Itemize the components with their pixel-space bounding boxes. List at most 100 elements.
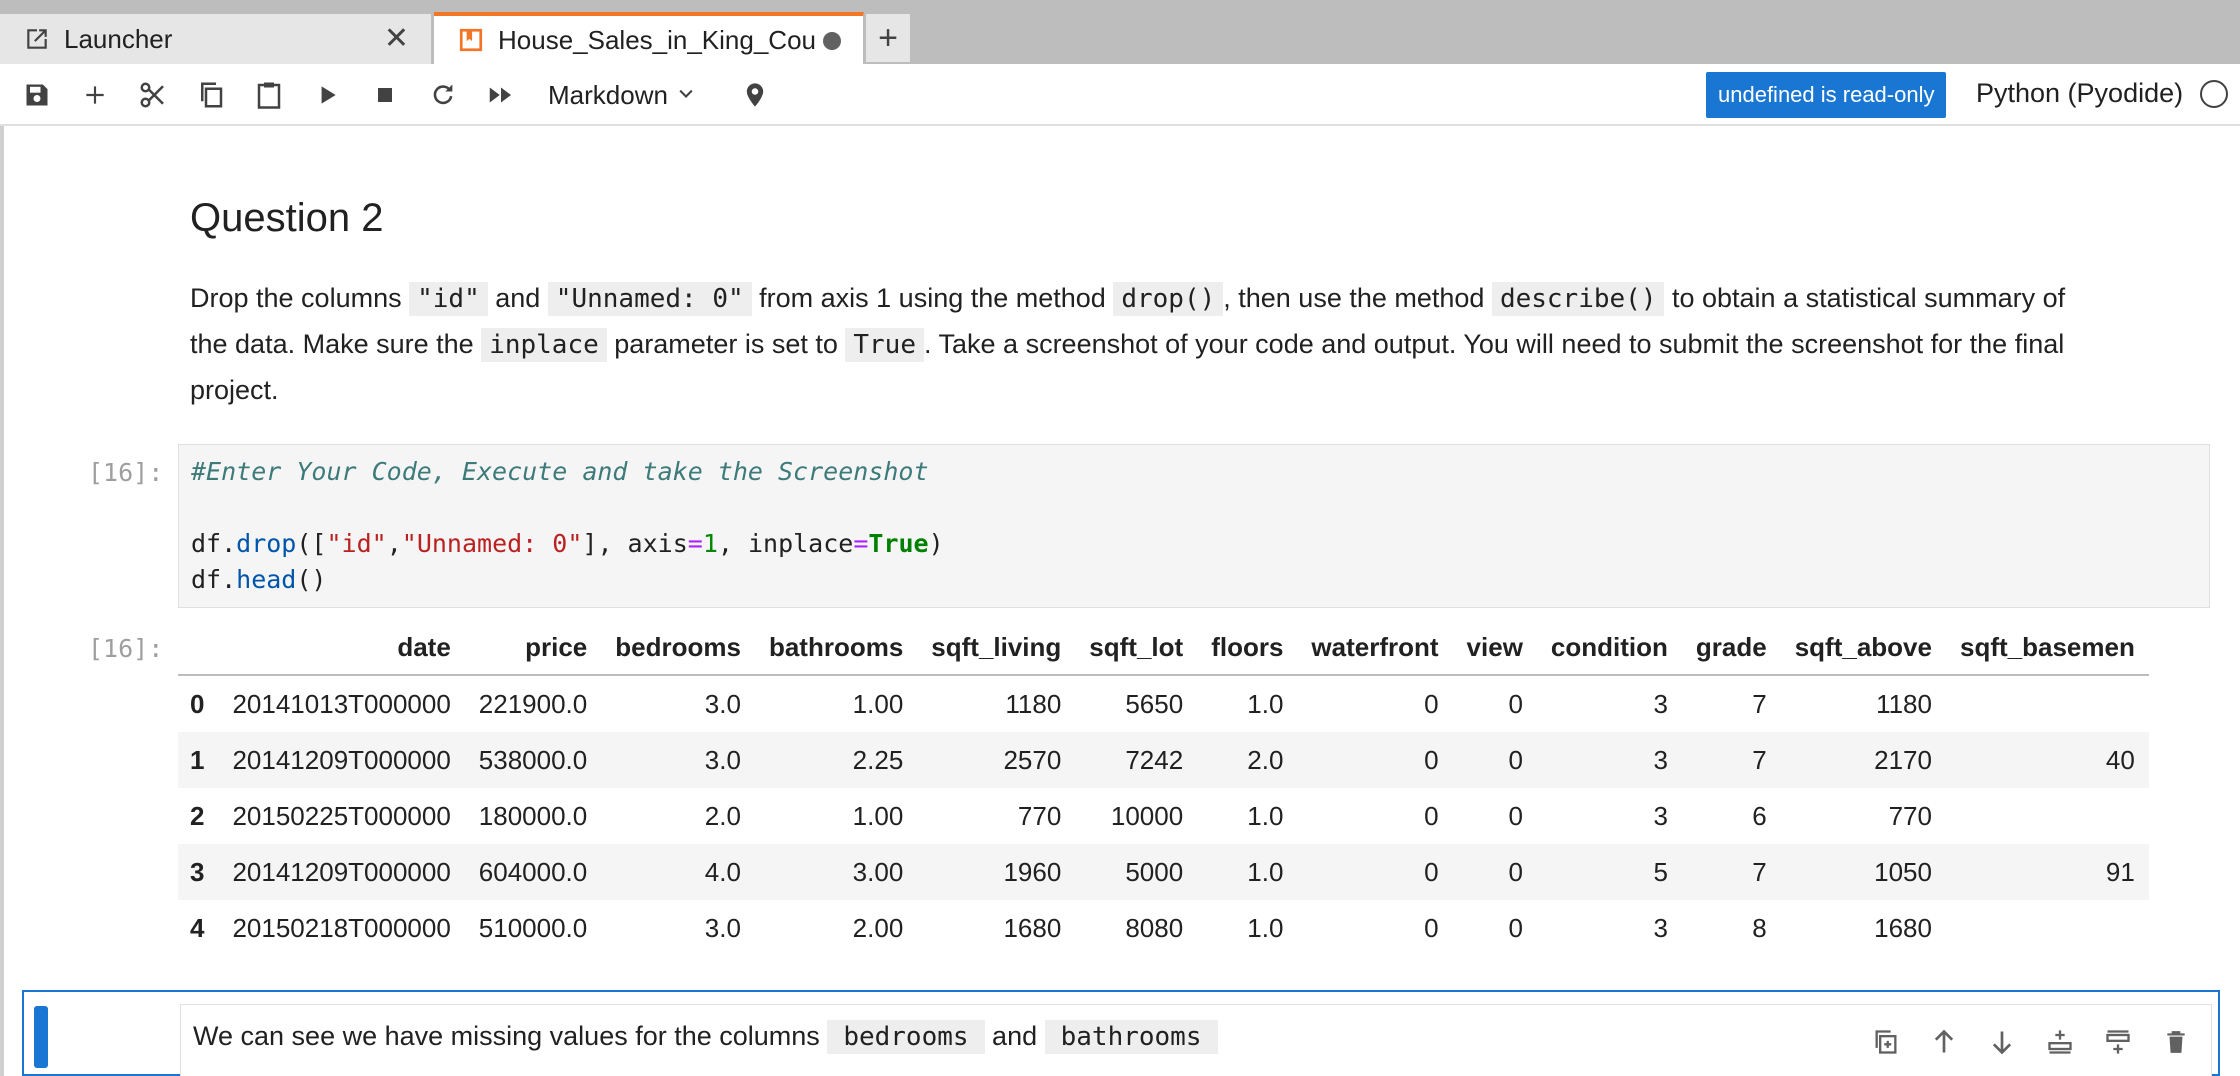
table-cell: 4.0 [704,856,741,887]
column-header: floors [1197,620,1298,676]
run-icon[interactable] [310,78,344,112]
chevron-down-icon [676,80,696,111]
insert-below-icon[interactable] [2101,1025,2135,1059]
cell-collapser[interactable] [34,1006,48,1068]
table-row: 4 20150218T000000 510000.0 3.0 2.00 1680 8080 1… [178,900,2149,950]
table-cell: 2.00 [852,912,904,943]
inline-code: describe() [1491,282,1665,316]
cell-type-label: Markdown [548,79,668,110]
table-cell: 7 [1752,744,1767,775]
table-cell: 6 [1752,800,1767,831]
question-heading: Question 2 [190,196,384,240]
paste-icon[interactable] [252,78,286,112]
save-icon[interactable] [20,78,54,112]
column-header: view [1452,620,1537,676]
input-prompt: [16]: [88,458,164,487]
table-header-row: date price bedrooms bathrooms sqft_living sqf… [178,620,2149,676]
output-prompt: [16]: [88,634,164,663]
row-index: 4 [190,912,205,943]
table-cell: 2.0 [704,800,741,831]
text: , then use the method [1223,283,1492,313]
table-cell: 0 [1424,744,1439,775]
table-cell: 0 [1424,688,1439,719]
text: We can see we have missing values for th… [193,1021,828,1051]
move-down-icon[interactable] [1985,1025,2019,1059]
column-header: sqft_basemen [1945,620,2149,676]
output-area: date price bedrooms bathrooms sqft_living sqf… [178,620,2210,950]
insert-above-icon[interactable] [2043,1025,2077,1059]
markdown-editor[interactable]: We can see we have missing values for th… [180,1004,2212,1076]
table-cell: 510000.0 [478,912,588,943]
fast-forward-icon[interactable] [484,78,518,112]
text: and [984,1021,1045,1051]
table-cell: 3 [1653,688,1668,719]
table-cell: 20141013T000000 [232,688,451,719]
code-line: df.drop(["id","Unnamed: 0"], axis=1, inp… [191,529,944,558]
copy-icon[interactable] [194,78,228,112]
markdown-source: We can see we have missing values for th… [193,1020,1218,1054]
table-row: 2 20150225T000000 180000.0 2.0 1.00 770 10000 1… [178,788,2149,844]
unsaved-dot-icon[interactable] [823,32,841,50]
table-cell: 7 [1752,688,1767,719]
markdown-paragraph: Drop the columns "id" and "Unnamed: 0" f… [190,276,2110,413]
table-cell: 180000.0 [478,800,588,831]
table-cell: 1.0 [1247,688,1284,719]
tab-launcher[interactable]: Launcher ✕ [0,14,432,64]
row-index: 1 [190,744,205,775]
table-cell: 1180 [1005,688,1062,719]
external-link-icon [20,22,54,56]
table-cell: 5 [1653,856,1668,887]
duplicate-icon[interactable] [1869,1025,1903,1059]
table-cell: 1.0 [1247,856,1284,887]
column-header: bedrooms [601,620,755,676]
table-cell: 221900.0 [478,688,588,719]
table-row: 1 20141209T000000 538000.0 3.0 2.25 2570 7242 2… [178,732,2149,788]
table-cell: 1050 [1874,856,1932,887]
close-icon[interactable]: ✕ [384,24,409,54]
text: from axis 1 using the method [751,283,1114,313]
column-header: sqft_lot [1075,620,1198,676]
inline-code: bathrooms [1044,1020,1218,1054]
table-cell: 8 [1752,912,1767,943]
table-cell: 1960 [1003,856,1062,887]
active-markdown-cell[interactable]: We can see we have missing values for th… [22,990,2220,1076]
stop-icon[interactable] [368,78,402,112]
delete-icon[interactable] [2159,1025,2193,1059]
tab-notebook[interactable]: House_Sales_in_King_Cou [434,12,864,64]
notebook-toolbar: Markdown undefined is read-only Python (… [0,64,2240,126]
table-cell: 3.0 [704,744,741,775]
table-cell: 5000 [1125,856,1184,887]
text: Drop the columns [190,283,410,313]
table-cell: 3 [1653,744,1668,775]
table-cell: 0 [1508,688,1523,719]
row-index: 3 [190,856,205,887]
new-tab-button[interactable]: + [866,14,910,62]
add-icon[interactable] [78,78,112,112]
tab-bar: Launcher ✕ House_Sales_in_King_Cou + [0,0,2240,64]
table-cell: 20150218T000000 [232,912,451,943]
inline-code: True [845,328,924,362]
table-cell: 20141209T000000 [232,856,451,887]
table-cell: 770 [1888,800,1932,831]
row-index: 2 [190,800,205,831]
table-cell: 1.00 [852,800,904,831]
column-header: bathrooms [754,620,918,676]
cell-type-dropdown[interactable]: Markdown [548,78,696,112]
table-cell: 3.0 [704,912,741,943]
restart-icon[interactable] [426,78,460,112]
kernel-name[interactable]: Python (Pyodide) [1976,78,2183,109]
inline-code: "Unnamed: 0" [547,282,752,316]
move-up-icon[interactable] [1927,1025,1961,1059]
cut-icon[interactable] [136,78,170,112]
table-cell: 8080 [1125,912,1184,943]
dataframe-table: date price bedrooms bathrooms sqft_living sqf… [178,620,2149,950]
code-cell-editor[interactable]: #Enter Your Code, Execute and take the S… [178,444,2210,608]
column-header: waterfront [1297,620,1453,676]
table-cell: 1180 [1876,688,1932,719]
table-cell: 538000.0 [478,744,588,775]
map-pin-icon[interactable] [738,78,772,112]
column-header: sqft_above [1780,620,1946,676]
table-cell: 2570 [1003,744,1062,775]
column-header: sqft_living [917,620,1076,676]
row-index: 0 [190,688,205,719]
